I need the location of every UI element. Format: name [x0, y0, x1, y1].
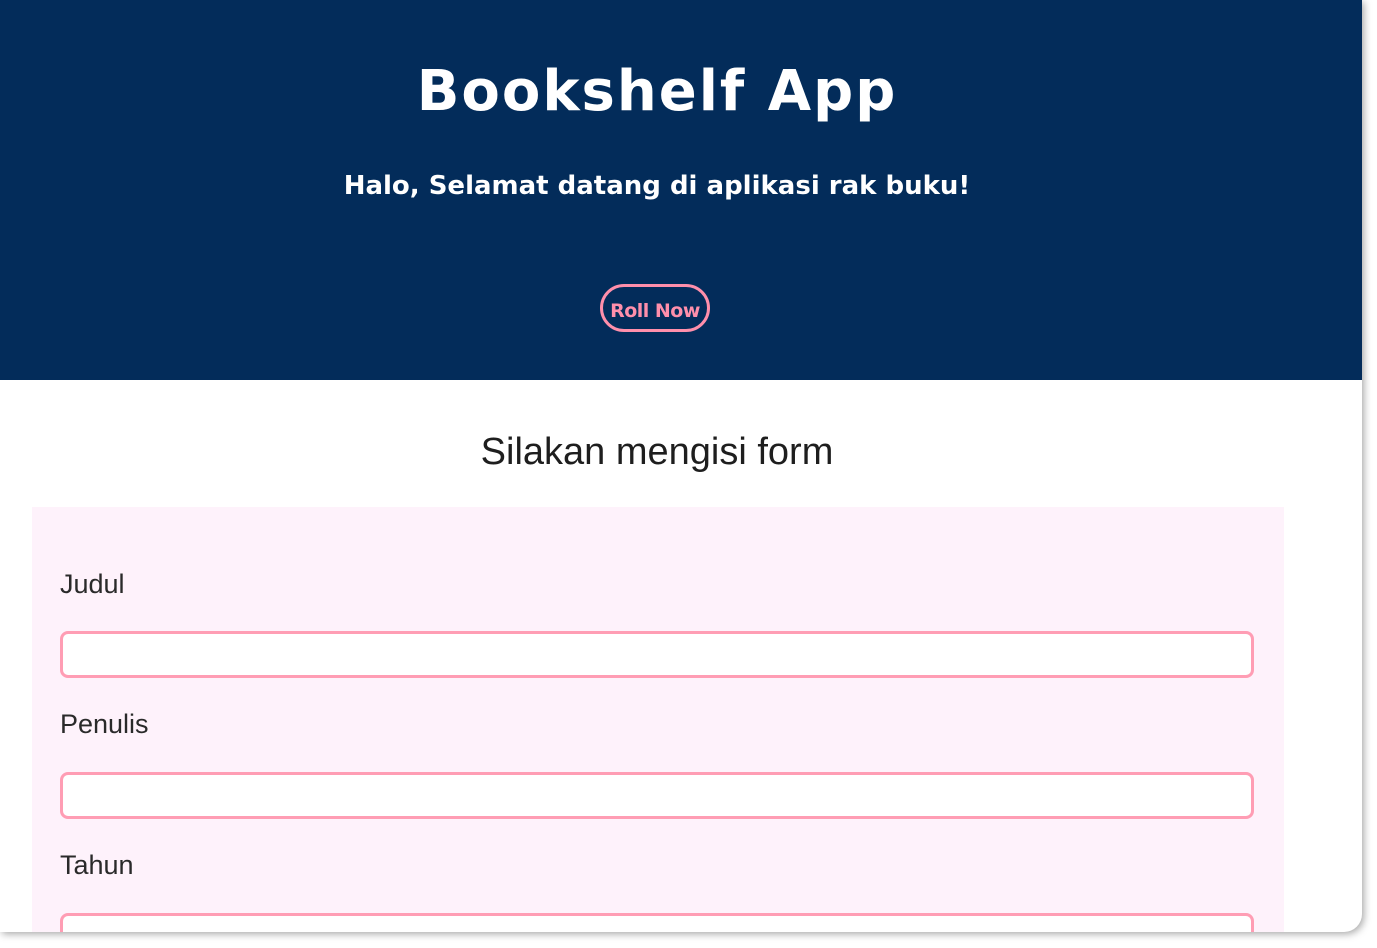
roll-now-button[interactable]: Roll Now	[600, 284, 710, 332]
author-input[interactable]	[60, 772, 1254, 819]
hero-header: Bookshelf App Halo, Selamat datang di ap…	[0, 0, 1362, 380]
welcome-subtitle: Halo, Selamat datang di aplikasi rak buk…	[343, 171, 971, 201]
year-input[interactable]	[60, 913, 1254, 932]
title-field-label: Judul	[60, 569, 125, 599]
title-input[interactable]	[60, 631, 1254, 678]
form-heading: Silakan mengisi form	[480, 431, 834, 473]
year-field-label: Tahun	[60, 850, 134, 880]
book-form: Judul Penulis Tahun	[32, 507, 1284, 932]
app-title: Bookshelf App	[416, 59, 898, 124]
app-window: Bookshelf App Halo, Selamat datang di ap…	[0, 0, 1362, 932]
author-field-label: Penulis	[60, 709, 149, 739]
